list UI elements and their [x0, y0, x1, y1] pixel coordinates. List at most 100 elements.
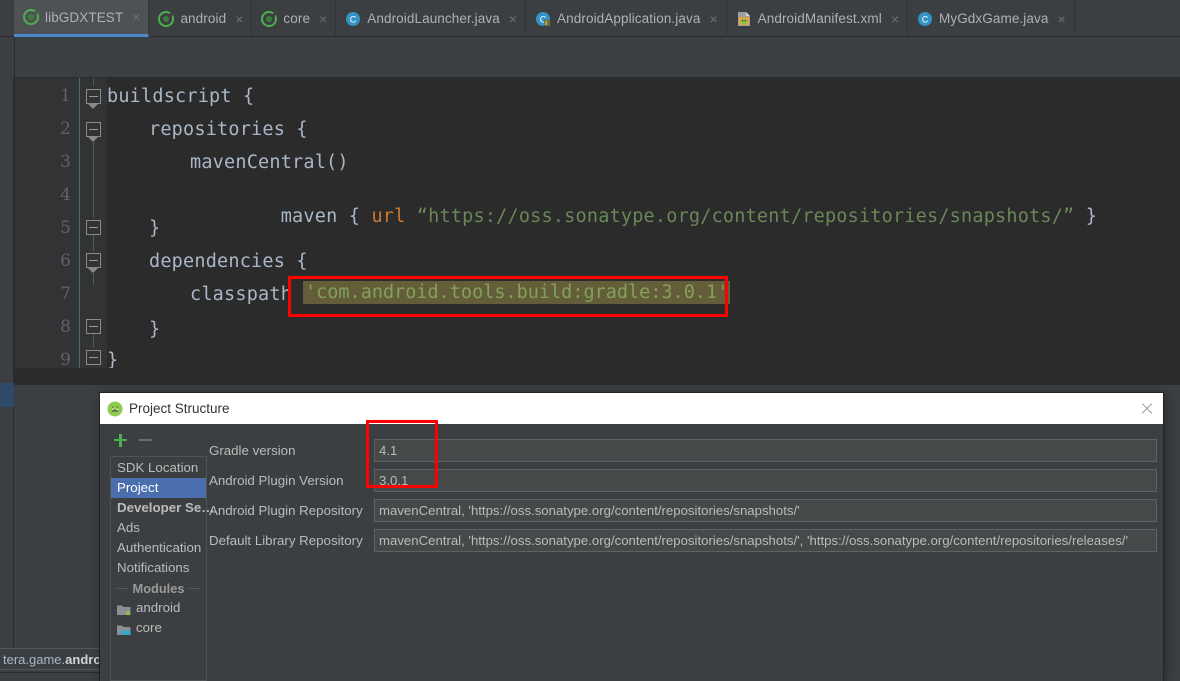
sidebar-list: SDK Location Project Developer Se… Ads A… — [110, 456, 215, 681]
fold-marker-buildscript-end[interactable] — [86, 350, 101, 365]
sidebar-item-label: Project — [117, 480, 159, 495]
code-token-close-brace: } — [1074, 206, 1098, 227]
line-number: 5 — [60, 218, 71, 238]
sidebar-item-notifications[interactable]: Notifications — [111, 558, 206, 578]
editor-horizontal-scrollbar[interactable] — [0, 368, 1180, 385]
tab-label: MyGdxGame.java — [939, 11, 1049, 26]
tab-label: AndroidApplication.java — [557, 11, 701, 26]
remove-module-icon[interactable] — [139, 434, 152, 447]
tab-label: AndroidLauncher.java — [367, 11, 500, 26]
java-class-icon: C — [917, 11, 933, 27]
tab-close-icon[interactable]: × — [509, 12, 517, 26]
field-label: Default Library Repository — [209, 533, 363, 548]
tab-androidlauncher-java[interactable]: C AndroidLauncher.java × — [336, 0, 527, 37]
line-number: 8 — [60, 317, 71, 337]
tab-close-icon[interactable]: × — [1057, 12, 1065, 26]
fold-marker-buildscript[interactable] — [86, 89, 101, 104]
default-library-repository-input[interactable]: mavenCentral, 'https://oss.sonatype.org/… — [374, 529, 1157, 552]
tab-label: core — [283, 11, 311, 26]
field-row-gradle-version: Gradle version 4.1 — [209, 438, 1157, 463]
sidebar-item-project[interactable]: Project — [111, 478, 206, 498]
line-number: 9 — [60, 350, 71, 370]
breadcrumb-current: andro — [65, 651, 100, 667]
dialog-title-bar: Project Structure — [100, 393, 1163, 424]
module-android-icon — [117, 602, 131, 616]
tab-close-icon[interactable]: × — [891, 12, 899, 26]
dialog-sidebar: SDK Location Project Developer Se… Ads A… — [104, 424, 215, 681]
code-line-4: maven { url “https://oss.sonatype.org/co… — [190, 185, 1097, 248]
tab-androidmanifest-xml[interactable]: AndroidManifest.xml × — [727, 0, 909, 37]
status-bar-stripe — [0, 672, 100, 681]
code-token-maven: maven { — [280, 206, 372, 227]
sidebar-item-label: SDK Location — [117, 460, 199, 475]
tab-close-icon[interactable]: × — [235, 12, 243, 26]
breadcrumb-package: tera.game. — [3, 651, 66, 667]
add-module-icon[interactable] — [114, 433, 127, 447]
sidebar-section-label: Modules — [132, 580, 185, 596]
toolwindow-left-stripe-lower — [0, 385, 14, 681]
fold-line — [93, 235, 94, 252]
line-number-gutter: 1 2 3 4 5 6 7 8 9 — [15, 78, 79, 370]
module-java-icon — [117, 622, 131, 635]
tab-libgdxtest[interactable]: libGDXTEST × — [14, 0, 150, 37]
line-number: 4 — [60, 185, 71, 205]
code-line-3: mavenCentral() — [190, 152, 349, 173]
tab-mygdxgame-java[interactable]: C MyGdxGame.java × — [908, 0, 1075, 37]
editor-toolbar-strip — [0, 37, 1180, 78]
fold-marker-dependencies-end[interactable] — [86, 319, 101, 334]
sidebar-item-label: Authentication — [117, 540, 202, 555]
code-line-8: } — [149, 319, 161, 340]
tab-close-icon[interactable]: × — [319, 12, 327, 26]
fold-line — [93, 334, 94, 348]
code-text-area[interactable]: buildscript { repositories { mavenCentra… — [107, 78, 1180, 371]
close-icon[interactable] — [1137, 399, 1157, 419]
tab-close-icon[interactable]: × — [132, 10, 140, 24]
svg-text:C: C — [922, 14, 929, 24]
line-number: 6 — [60, 251, 71, 271]
tab-core[interactable]: core × — [252, 0, 337, 37]
code-folding-gutter[interactable] — [79, 78, 108, 368]
libgdx-icon — [158, 10, 175, 27]
sidebar-item-label: Developer Se… — [117, 500, 215, 515]
fold-marker-dependencies[interactable] — [86, 253, 101, 268]
sidebar-item-label: Ads — [117, 520, 140, 535]
sidebar-section-modules: Modules — [111, 578, 206, 598]
sidebar-item-ads[interactable]: Ads — [111, 518, 206, 538]
android-manifest-icon — [736, 11, 752, 27]
sidebar-item-label: core — [136, 620, 162, 635]
code-editor[interactable]: 1 2 3 4 5 6 7 8 9 buildscript {reposito… — [0, 78, 1180, 371]
fold-line — [93, 142, 94, 218]
dialog-fields: Gradle version 4.1 Android Plugin Versio… — [209, 424, 1157, 681]
field-row-android-plugin-repository: Android Plugin Repository mavenCentral, … — [209, 498, 1157, 523]
java-class-icon: C — [345, 11, 361, 27]
line-number: 7 — [60, 284, 71, 304]
fold-marker-repositories-end[interactable] — [86, 220, 101, 235]
code-line-5: } — [149, 218, 161, 239]
code-line-2: repositories { — [149, 119, 308, 140]
android-plugin-version-input[interactable]: 3.0.1 — [374, 469, 1157, 492]
gradle-version-input[interactable]: 4.1 — [374, 439, 1157, 462]
code-line-1: buildscript { — [107, 86, 255, 107]
code-line-7: classpath — [190, 284, 293, 305]
libgdx-icon — [261, 10, 278, 27]
sidebar-item-module-core[interactable]: core — [111, 618, 206, 638]
sidebar-item-sdk-location[interactable]: SDK Location — [111, 458, 206, 478]
sidebar-item-module-android[interactable]: android — [111, 598, 206, 618]
code-token-url: url — [371, 206, 406, 227]
sidebar-item-authentication[interactable]: Authentication — [111, 538, 206, 558]
tab-close-icon[interactable]: × — [709, 12, 717, 26]
field-row-android-plugin-version: Android Plugin Version 3.0.1 — [209, 468, 1157, 493]
breadcrumb[interactable]: tera.game. andro — [0, 648, 100, 670]
tab-android[interactable]: android × — [149, 0, 253, 37]
project-structure-dialog[interactable]: Project Structure SDK Location Project D… — [100, 393, 1163, 681]
classpath-dependency-string[interactable]: 'com.android.tools.build:gradle:3.0.1' — [303, 281, 731, 304]
code-token-maven-url: “https://oss.sonatype.org/content/reposi… — [405, 206, 1075, 227]
tabbar-left-gap — [0, 0, 14, 36]
android-plugin-repository-input[interactable]: mavenCentral, 'https://oss.sonatype.org/… — [374, 499, 1157, 522]
sidebar-item-label: android — [136, 600, 181, 615]
fold-marker-repositories[interactable] — [86, 122, 101, 137]
sidebar-item-developer-services[interactable]: Developer Se… — [111, 498, 215, 518]
tab-androidapplication-java[interactable]: C AndroidApplication.java × — [526, 0, 727, 37]
field-label: Android Plugin Repository — [209, 503, 363, 518]
android-studio-window: libGDXTEST × android × core × C AndroidL… — [0, 0, 1180, 681]
